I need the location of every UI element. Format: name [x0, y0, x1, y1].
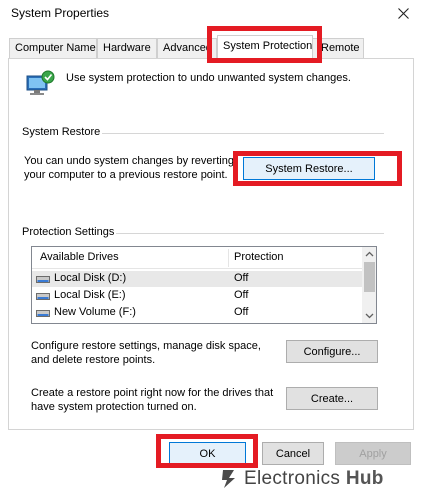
- ok-button-label: OK: [199, 447, 216, 460]
- create-button-label: Create...: [310, 392, 354, 405]
- column-protection[interactable]: Protection: [234, 251, 284, 263]
- tab-label: System Protection: [223, 40, 313, 52]
- drive-name: Local Disk (D:): [54, 272, 127, 284]
- configure-description-1: Configure restore settings, manage disk …: [31, 340, 261, 352]
- drive-name: New Volume (F:): [54, 306, 136, 318]
- watermark-brand-2: Hub: [345, 468, 384, 489]
- cancel-button-label: Cancel: [275, 447, 311, 460]
- electronics-hub-logo-icon: [222, 470, 235, 488]
- system-restore-description-1: You can undo system changes by reverting: [24, 155, 234, 167]
- tab-system-protection[interactable]: System Protection: [217, 35, 313, 59]
- close-icon: [397, 7, 409, 19]
- watermark: Electronics Hub: [220, 468, 384, 490]
- drive-icon: [36, 276, 50, 283]
- drive-row[interactable]: Local Disk (D:) Off: [32, 271, 362, 287]
- tab-remote[interactable]: Remote: [308, 38, 364, 59]
- system-restore-button[interactable]: System Restore...: [243, 157, 375, 180]
- close-button[interactable]: [388, 0, 418, 26]
- tab-label: Advanced: [163, 42, 212, 54]
- protection-group-label: Protection Settings: [22, 226, 117, 238]
- watermark-text: Electronics Hub: [244, 468, 384, 490]
- scroll-up-icon[interactable]: [365, 250, 374, 259]
- tab-panel: [8, 58, 414, 430]
- system-properties-window: System Properties Computer Name Hardware…: [0, 0, 421, 496]
- drive-protection-status: Off: [234, 289, 249, 301]
- tab-advanced[interactable]: Advanced: [157, 38, 217, 59]
- ok-button[interactable]: OK: [169, 442, 246, 465]
- column-separator: [228, 249, 229, 267]
- apply-button-label: Apply: [359, 447, 387, 460]
- apply-button[interactable]: Apply: [335, 442, 411, 465]
- system-restore-button-label: System Restore...: [265, 162, 353, 175]
- create-button[interactable]: Create...: [286, 387, 378, 410]
- drive-protection-status: Off: [234, 306, 249, 318]
- column-available-drives[interactable]: Available Drives: [40, 251, 119, 263]
- configure-description-2: and delete restore points.: [31, 354, 156, 366]
- drive-icon: [36, 293, 50, 300]
- watermark-brand-1: Electronics: [244, 468, 341, 489]
- configure-button[interactable]: Configure...: [286, 340, 378, 363]
- computer-shield-icon: [24, 68, 58, 102]
- system-restore-description-2: your computer to a previous restore poin…: [24, 169, 228, 181]
- create-description-2: have system protection turned on.: [31, 401, 197, 413]
- tab-label: Hardware: [103, 42, 151, 54]
- drive-row[interactable]: Local Disk (E:) Off: [32, 288, 362, 304]
- title-bar: System Properties: [0, 0, 421, 30]
- drive-protection-status: Off: [234, 272, 249, 284]
- drive-name: Local Disk (E:): [54, 289, 126, 301]
- tab-computer-name[interactable]: Computer Name: [9, 38, 97, 59]
- cancel-button[interactable]: Cancel: [262, 442, 324, 465]
- tab-label: Remote: [321, 42, 360, 54]
- drive-row[interactable]: New Volume (F:) Off: [32, 305, 362, 321]
- intro-text: Use system protection to undo unwanted s…: [66, 72, 351, 84]
- scroll-down-icon[interactable]: [365, 311, 374, 320]
- drives-header: Available Drives Protection: [32, 247, 362, 269]
- drives-list[interactable]: Available Drives Protection Local Disk (…: [31, 246, 377, 324]
- window-title: System Properties: [11, 6, 110, 20]
- create-description-1: Create a restore point right now for the…: [31, 387, 274, 399]
- configure-button-label: Configure...: [303, 345, 361, 358]
- scrollbar-thumb[interactable]: [364, 262, 375, 292]
- tab-hardware[interactable]: Hardware: [97, 38, 157, 59]
- tab-label: Computer Name: [15, 42, 96, 54]
- system-restore-group-label: System Restore: [22, 126, 103, 138]
- drives-scrollbar[interactable]: [362, 247, 376, 323]
- drive-icon: [36, 310, 50, 317]
